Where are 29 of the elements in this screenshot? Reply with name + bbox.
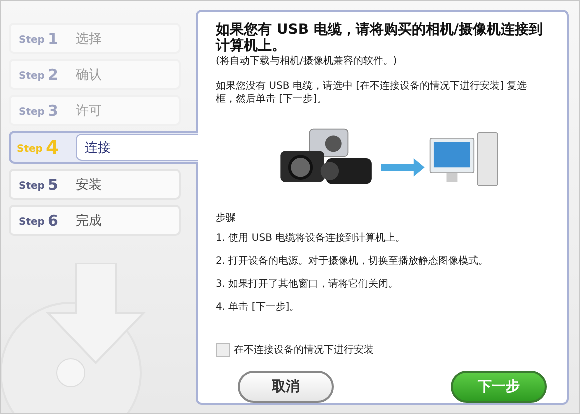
step-number: 2 [48,66,60,84]
panel-subtitle: (将自动下载与相机/摄像机兼容的软件。) [216,54,398,68]
step-number: 4 [46,136,60,158]
steps-heading: 步骤 [216,212,237,225]
panel-note: 如果您没有 USB 电缆，请选中 [在不连接设备的情况下进行安装] 复选框，然后单击 [下一步]。 [216,80,528,106]
step-label: 安装 [76,176,102,194]
step-prefix: Step [17,144,43,154]
step-number: 6 [48,212,60,230]
panel-title: 如果您有 USB 电缆，请将购买的相机/摄像机连接到计算机上。 [216,22,544,54]
step-prefix: Step [19,34,45,46]
step-label: 选择 [76,30,102,48]
instruction-text: 4. 单击 [下一步]。 [216,300,301,314]
instruction-text: 2. 打开设备的电源。对于摄像机，切换至播放静态图像模式。 [216,254,490,268]
step-label: 完成 [76,212,102,230]
step-number: 1 [48,30,60,48]
step-number: 3 [48,102,60,120]
instruction-text: 3. 如果打开了其他窗口，请将它们关闭。 [216,278,400,291]
instruction-text: 1. 使用 USB 电缆将设备连接到计算机上。 [216,232,407,245]
checkbox-label: 在不连接设备的情况下进行安装 [234,344,374,357]
checkbox[interactable] [216,343,230,357]
cancel-button[interactable]: 取消 [238,371,334,403]
step-label: 确认 [76,66,102,84]
step-number: 5 [48,176,60,194]
step-prefix: Step [19,106,45,118]
step-prefix: Step [19,70,45,82]
step-prefix: Step [19,216,45,228]
step-label: 连接 [76,134,198,161]
step-prefix: Step [19,180,45,192]
step-label: 许可 [76,102,102,120]
